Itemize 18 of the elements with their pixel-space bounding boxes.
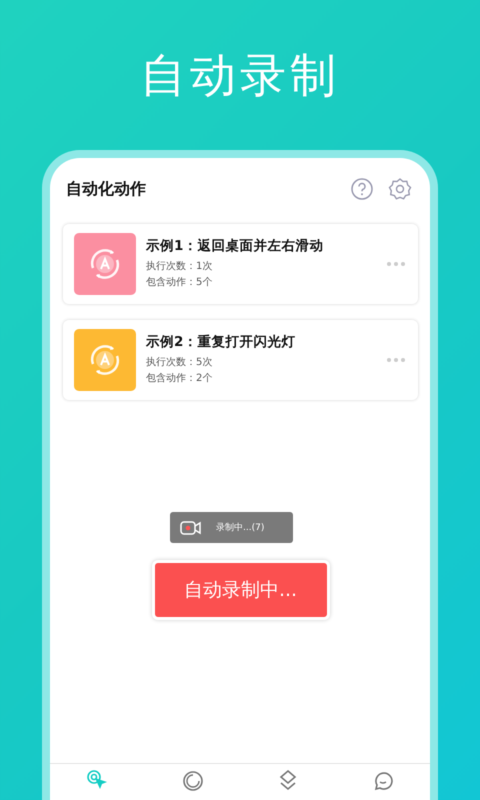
recording-status: 录制中...(7) (216, 522, 264, 534)
settings-icon[interactable] (388, 177, 412, 201)
action-card[interactable]: 示例1：返回桌面并左右滑动 执行次数：1次 包含动作：5个 (63, 224, 418, 304)
help-icon[interactable] (350, 177, 374, 201)
video-camera-icon (180, 520, 202, 536)
ring-icon (180, 769, 204, 793)
run-count: 执行次数：5次 (146, 356, 214, 370)
action-title: 示例1：返回桌面并左右滑动 (146, 237, 324, 255)
step-count: 包含动作：5个 (146, 276, 214, 290)
app-title: 自动化动作 (66, 178, 147, 200)
headline: 自动录制 (140, 47, 340, 104)
more-icon[interactable] (386, 357, 406, 363)
nav-tab[interactable] (180, 769, 204, 793)
more-icon[interactable] (386, 261, 406, 267)
step-count: 包含动作：2个 (146, 372, 214, 386)
action-title: 示例2：重复打开闪光灯 (146, 333, 296, 351)
action-card[interactable]: 示例2：重复打开闪光灯 执行次数：5次 包含动作：2个 (63, 320, 418, 400)
run-count: 执行次数：1次 (146, 260, 214, 274)
